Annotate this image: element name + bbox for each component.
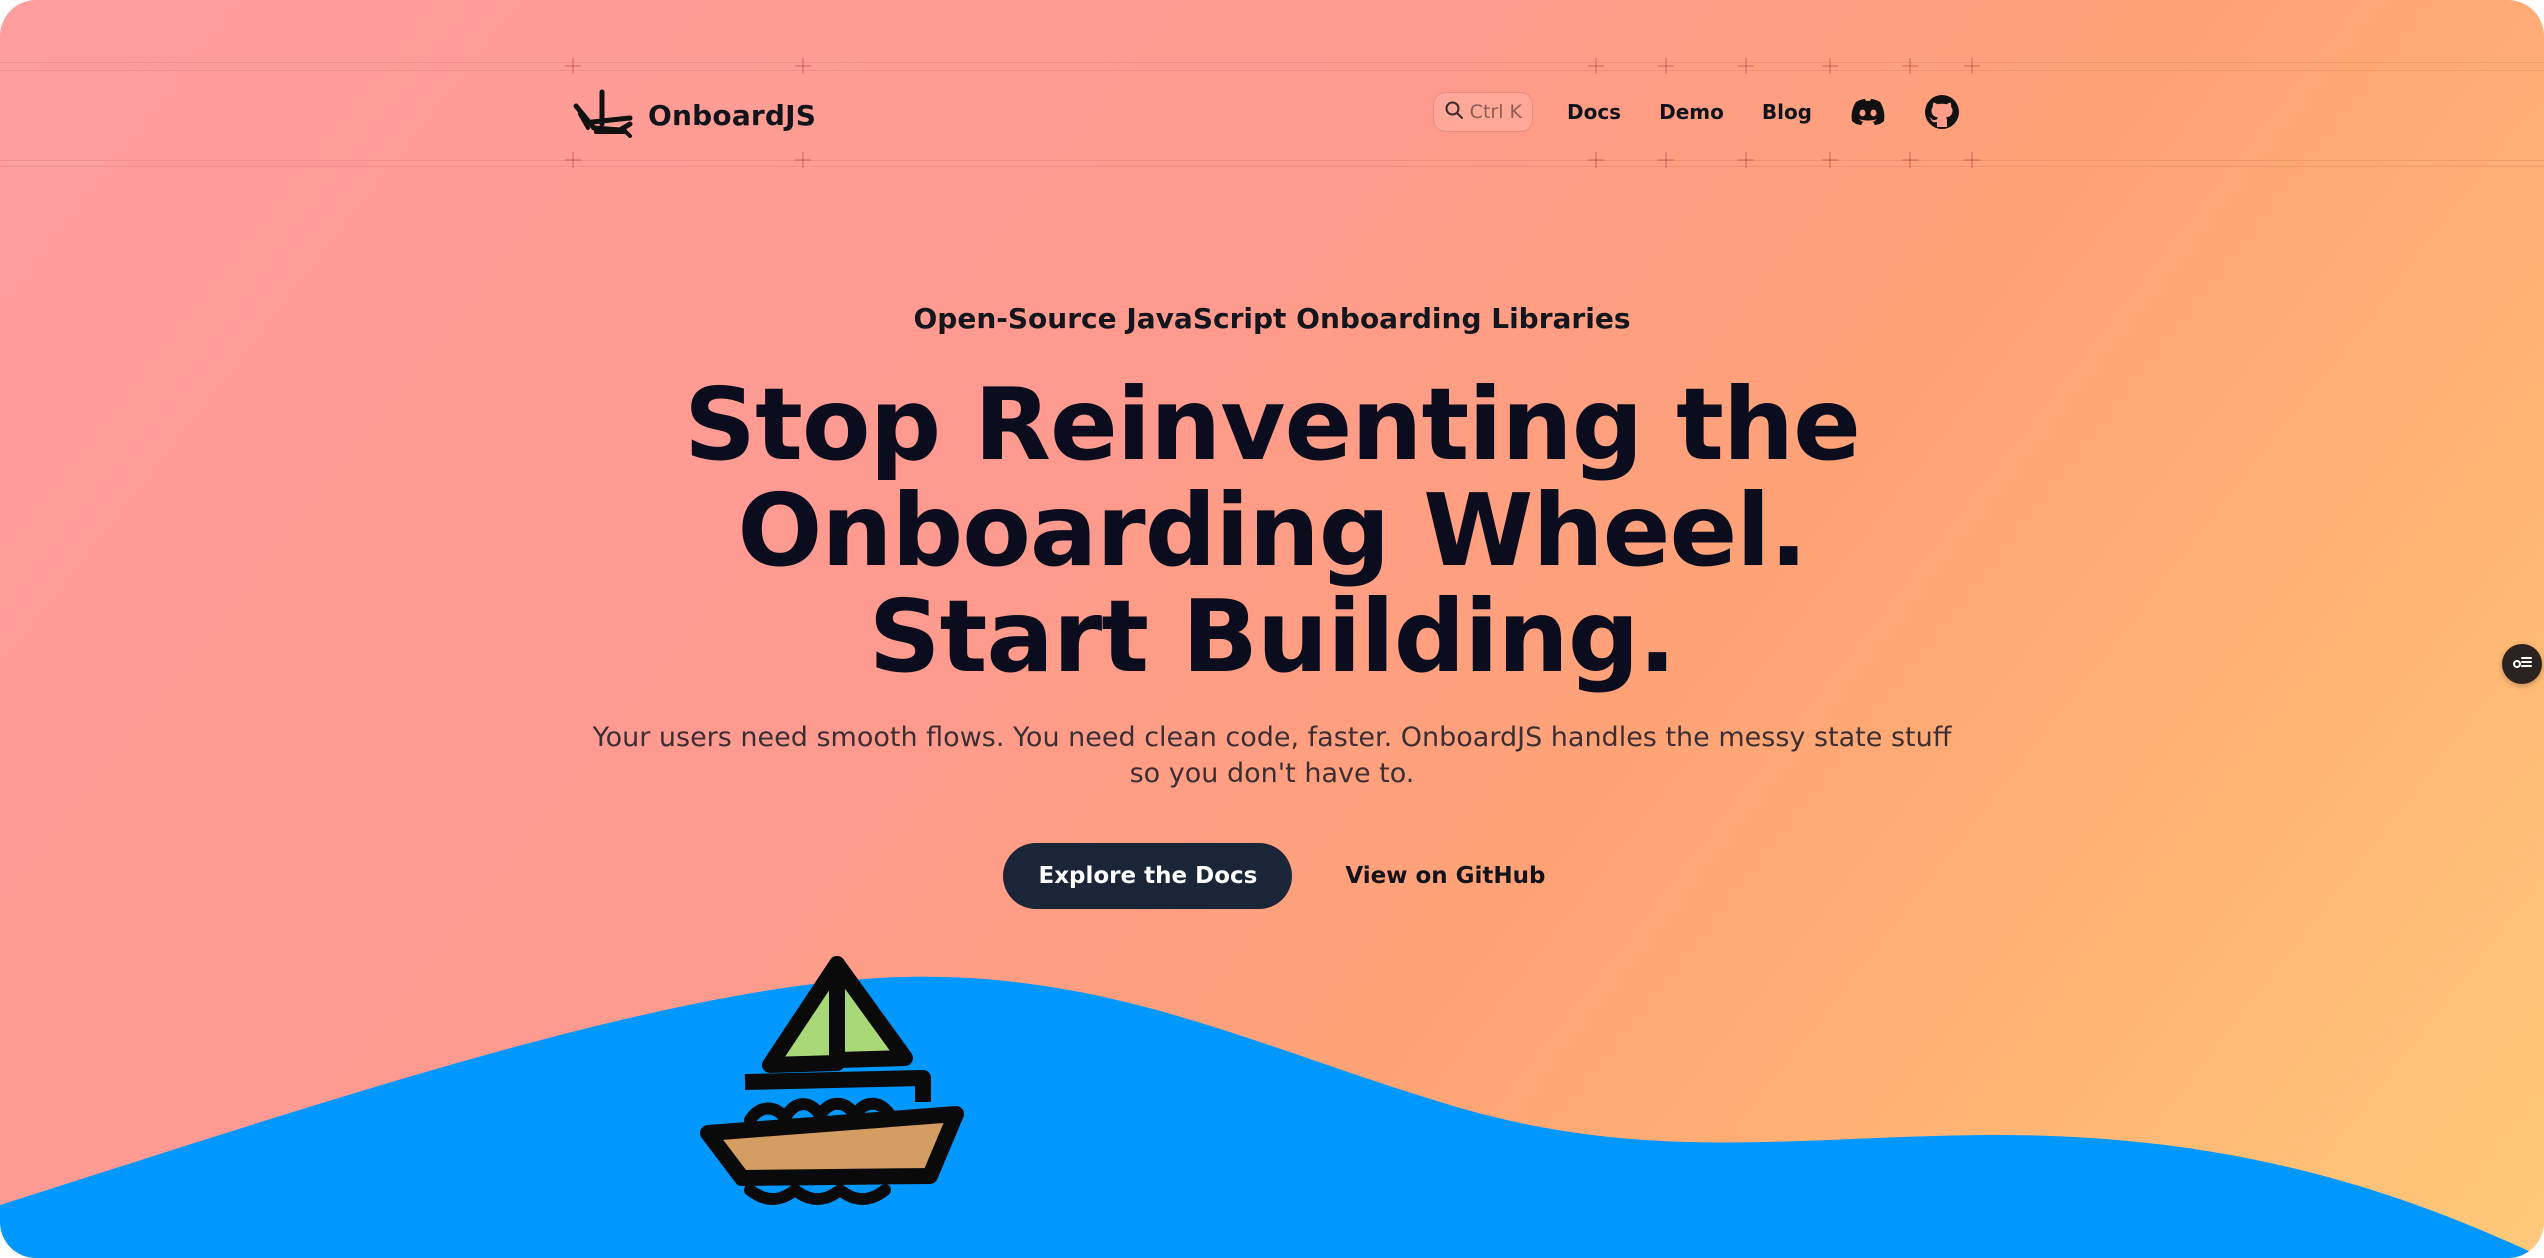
wave-illustration [0,976,2544,1258]
side-panel-toggle-button[interactable] [2502,644,2542,684]
landing-page: OnboardJS Ctrl K Docs Demo Blog Open-Sou… [0,0,2544,1258]
toggle-settings-icon [2512,654,2532,674]
sailboat-illustration [700,956,964,1205]
